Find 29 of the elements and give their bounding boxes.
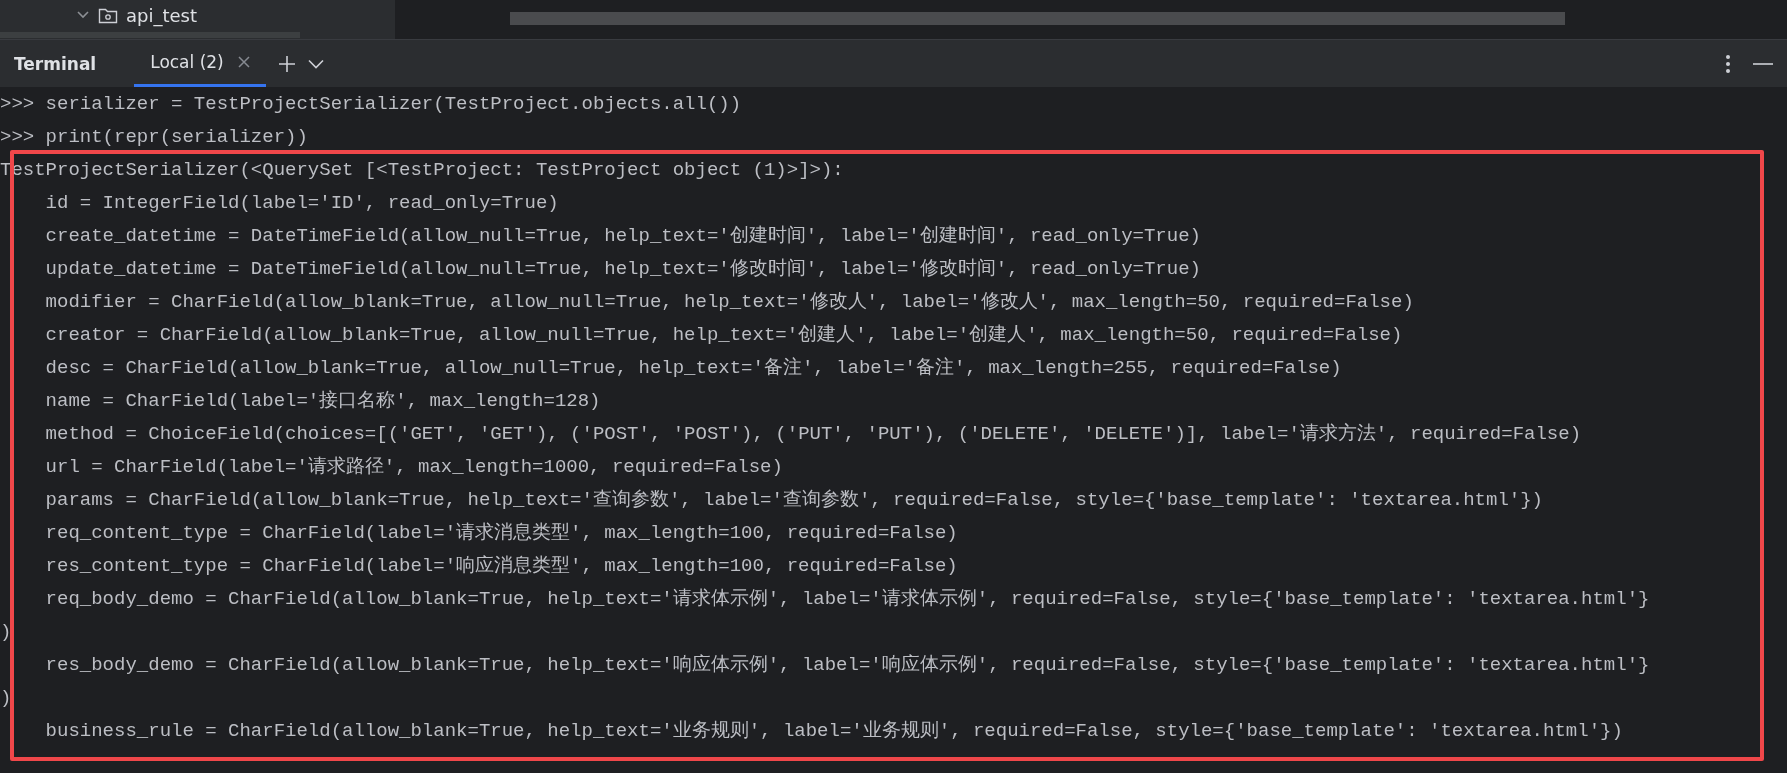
terminal-line: >>> print(repr(serializer)): [0, 125, 309, 150]
terminal-line: id = IntegerField(label='ID', read_only=True): [44, 191, 560, 216]
tree-item[interactable]: api_test: [126, 4, 198, 26]
close-icon[interactable]: [237, 56, 250, 68]
chevron-down-icon[interactable]: [307, 58, 324, 69]
minimize-icon[interactable]: [1753, 61, 1773, 66]
folder-icon: [98, 6, 118, 24]
terminal-line: create_datetime = DateTimeField(allow_null=True, help_text='创建时间', label='创建时间', read_only=True): [44, 224, 1202, 249]
terminal-line: ): [0, 686, 13, 711]
terminal-line: res_body_demo = CharField(allow_blank=True, help_text='响应体示例', label='响应体示例', required=False, style={'base_template': 'textarea.html'}: [44, 653, 1651, 678]
terminal-line: update_datetime = DateTimeField(allow_null=True, help_text='修改时间', label='修改时间', read_only=True): [44, 257, 1202, 282]
terminal-line: method = ChoiceField(choices=[('GET', 'GET'), ('POST', 'POST'), ('PUT', 'PUT'), ('DELETE', 'DELETE')], label='请求方法', required=False): [44, 422, 1583, 447]
terminal-line: url = CharField(label='请求路径', max_length=1000, required=False): [44, 455, 784, 480]
terminal-tab[interactable]: Local (2): [134, 40, 266, 87]
terminal-line: business_rule = CharField(allow_blank=True, help_text='业务规则', label='业务规则', required=False, style={'base_template': 'textarea.html'}): [44, 719, 1624, 744]
terminal-line: creator = CharField(allow_blank=True, allow_null=True, help_text='创建人', label='创建人', max_length=50, required=False): [44, 323, 1404, 348]
more-options-icon[interactable]: [1725, 53, 1731, 74]
terminal-line: desc = CharField(allow_blank=True, allow_null=True, help_text='备注', label='备注', max_length=255, required=False): [44, 356, 1343, 381]
terminal-line: >>> serializer = TestProjectSerializer(TestProject.objects.all()): [0, 92, 743, 117]
plus-icon[interactable]: [277, 54, 296, 73]
panel-title: Terminal: [14, 53, 97, 74]
terminal-line: name = CharField(label='接口名称', max_length=128): [44, 389, 602, 414]
terminal-line: req_body_demo = CharField(allow_blank=True, help_text='请求体示例', label='请求体示例', required=False, style={'base_template': 'textarea.html'}: [44, 587, 1651, 612]
terminal-line: modifier = CharField(allow_blank=True, allow_null=True, help_text='修改人', label='修改人', max_length=50, required=False): [44, 290, 1415, 315]
terminal-line: req_content_type = CharField(label='请求消息类型', max_length=100, required=False): [44, 521, 959, 546]
terminal-line: res_content_type = CharField(label='响应消息类型', max_length=100, required=False): [44, 554, 959, 579]
terminal-line: params = CharField(allow_blank=True, help_text='查询参数', label='查询参数', required=False, style={'base_template': 'textarea.html'}): [44, 488, 1545, 513]
scrollbar[interactable]: [510, 12, 1565, 25]
terminal-line: ): [0, 620, 13, 645]
